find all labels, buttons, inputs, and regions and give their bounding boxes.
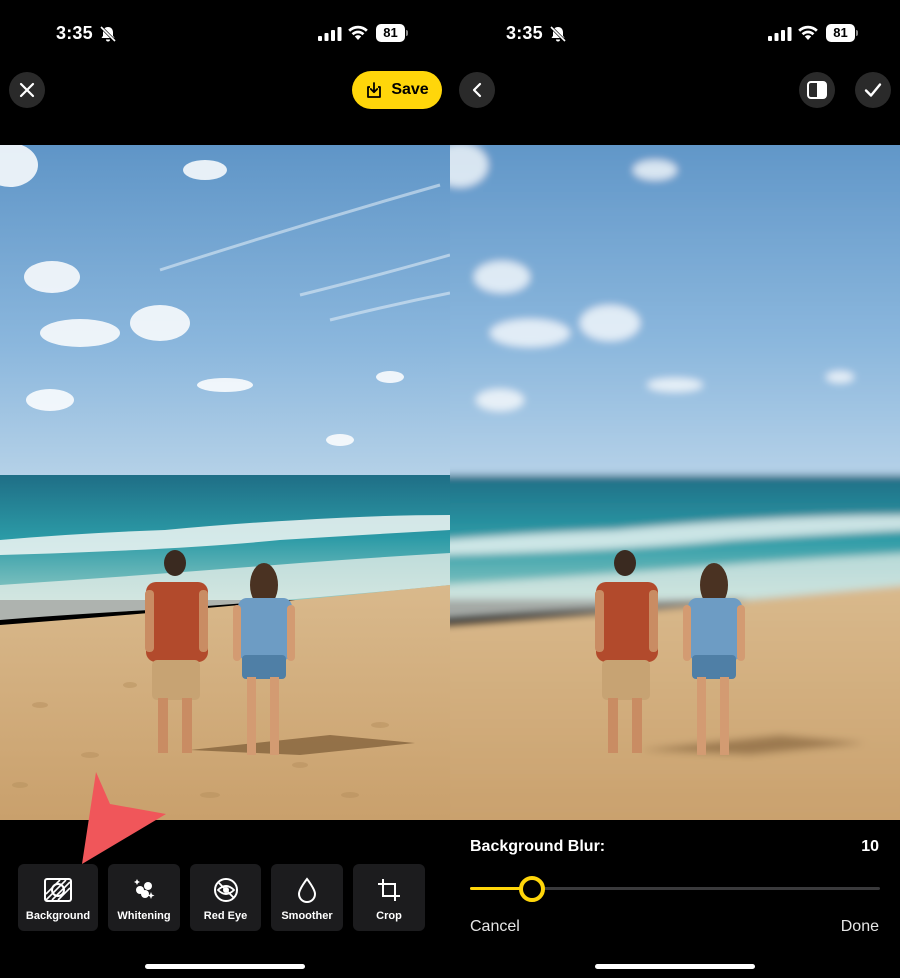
- slider-thumb[interactable]: [519, 876, 545, 902]
- status-time: 3:35: [56, 23, 93, 43]
- close-button[interactable]: [9, 72, 45, 108]
- cellular-signal-icon: [768, 27, 792, 41]
- background-icon: [44, 878, 72, 902]
- tool-background-label: Background: [25, 910, 91, 922]
- tool-smoother-label: Smoother: [281, 910, 333, 922]
- tool-whitening-label: Whitening: [117, 910, 171, 922]
- compare-button[interactable]: [799, 72, 835, 108]
- wifi-icon: [798, 25, 818, 40]
- photo-preview: [0, 145, 450, 820]
- back-button[interactable]: [459, 72, 495, 108]
- compare-icon: [807, 81, 827, 99]
- editor-screen: 3:35 81 Save Background Whitening Red Ey…: [0, 0, 450, 978]
- download-tray-icon: [367, 82, 382, 98]
- bell-muted-icon: [99, 25, 117, 43]
- save-label: Save: [391, 81, 429, 98]
- tool-smoother[interactable]: Smoother: [271, 864, 343, 931]
- droplet-icon: [297, 877, 317, 903]
- tool-crop-label: Crop: [376, 910, 402, 922]
- blur-setting-title: Background Blur:: [470, 838, 606, 855]
- cancel-button[interactable]: Cancel: [470, 918, 520, 936]
- tool-red-eye[interactable]: Red Eye: [190, 864, 261, 931]
- battery-level: 81: [376, 24, 405, 42]
- background-blur-screen: 3:35 81 Background Blur: 10 Cancel Done: [450, 0, 900, 978]
- tool-background[interactable]: Background: [18, 864, 98, 931]
- tool-red-eye-label: Red Eye: [203, 910, 248, 922]
- eye-icon: [213, 878, 238, 902]
- home-indicator: [145, 964, 305, 969]
- pointer-arrow-annotation: [82, 772, 166, 864]
- beach-photo: [0, 145, 450, 820]
- tool-whitening[interactable]: Whitening: [108, 864, 180, 931]
- close-icon: [19, 82, 35, 98]
- bell-muted-icon: [549, 25, 567, 43]
- tools-toolbar: Background Whitening Red Eye Smoother Cr…: [0, 864, 450, 932]
- blur-slider[interactable]: [470, 872, 880, 906]
- confirm-button[interactable]: [855, 72, 891, 108]
- status-bar: 3:35 81: [0, 0, 450, 66]
- wifi-icon: [348, 25, 368, 40]
- sparkles-icon: [134, 879, 155, 899]
- cellular-signal-icon: [318, 27, 342, 41]
- battery-indicator: 81: [826, 24, 858, 42]
- battery-indicator: 81: [376, 24, 408, 42]
- status-bar: 3:35 81: [450, 0, 900, 66]
- battery-level: 81: [826, 24, 855, 42]
- status-time: 3:35: [506, 23, 543, 43]
- crop-icon: [378, 879, 400, 901]
- beach-photo-blurred: [450, 145, 900, 820]
- tool-crop[interactable]: Crop: [353, 864, 425, 931]
- blur-setting-value: 10: [861, 838, 879, 855]
- photo-preview-blurred: [450, 145, 900, 820]
- save-button[interactable]: Save: [352, 71, 442, 109]
- done-button[interactable]: Done: [841, 918, 879, 936]
- chevron-left-icon: [472, 82, 482, 98]
- home-indicator: [595, 964, 755, 969]
- checkmark-icon: [864, 83, 882, 97]
